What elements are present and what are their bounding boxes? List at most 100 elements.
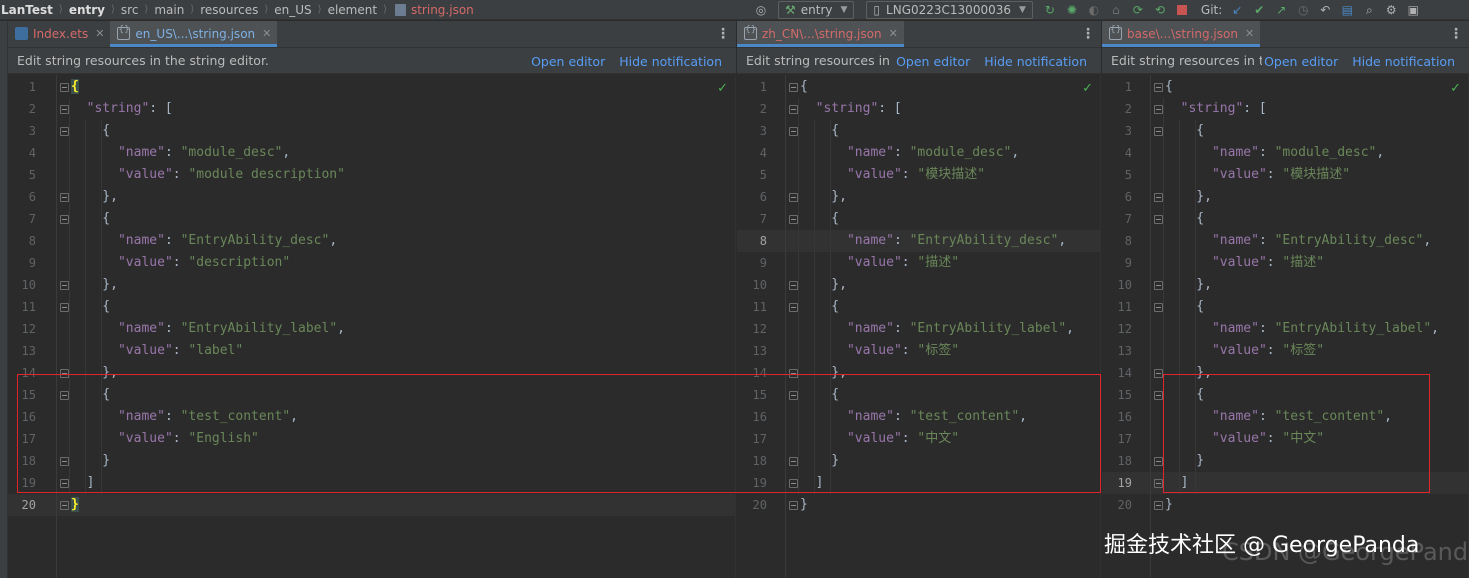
fold-marker-icon[interactable]: [1154, 501, 1163, 510]
apply-code-icon[interactable]: ⟲: [1152, 2, 1168, 18]
breadcrumb-item[interactable]: entry: [68, 3, 106, 17]
fold-marker-icon[interactable]: [60, 83, 69, 92]
rerun-icon[interactable]: ↻: [1042, 2, 1058, 18]
code-line: },: [1165, 274, 1439, 296]
fold-marker-icon[interactable]: [1154, 127, 1163, 136]
fold-marker-icon[interactable]: [60, 215, 69, 224]
stop-icon[interactable]: [1174, 2, 1190, 18]
attach-icon[interactable]: ⌂: [1108, 2, 1124, 18]
inspection-ok-icon[interactable]: ✓: [1450, 81, 1461, 96]
notification-actions: Open editor Hide notification: [529, 48, 736, 73]
fold-marker-icon[interactable]: [1154, 303, 1163, 312]
layout-icon[interactable]: ▣: [1405, 2, 1421, 18]
fold-marker-icon[interactable]: [789, 83, 798, 92]
breadcrumb-separator: ⟩: [264, 4, 269, 15]
close-icon[interactable]: ✕: [1245, 27, 1254, 40]
code-line: {: [800, 76, 1074, 98]
history-icon[interactable]: ◷: [1295, 2, 1311, 18]
fold-marker-icon[interactable]: [789, 501, 798, 510]
fold-marker-icon[interactable]: [60, 105, 69, 114]
debug-icon[interactable]: ✺: [1064, 2, 1080, 18]
more-tabs-icon[interactable]: ⋮: [716, 26, 730, 42]
breadcrumb-item[interactable]: main: [153, 3, 185, 17]
fold-marker-icon[interactable]: [1154, 215, 1163, 224]
device-select[interactable]: ▯ LNG0223C13000036 ▼: [866, 1, 1033, 19]
tool-window-strip: [0, 21, 8, 578]
code-token: :: [1266, 343, 1283, 358]
notification-text: Edit string resources in the string edit…: [17, 53, 269, 68]
breadcrumb-item[interactable]: src: [120, 3, 140, 17]
gear-icon[interactable]: ⚙: [1383, 2, 1399, 18]
fold-marker-icon[interactable]: [1154, 281, 1163, 290]
fold-marker-icon[interactable]: [60, 501, 69, 510]
json-key: name: [125, 233, 158, 248]
git-commit-icon[interactable]: ✔: [1251, 2, 1267, 18]
line-number: 9: [28, 256, 36, 270]
fold-marker-icon[interactable]: [789, 127, 798, 136]
editor-notification: Edit string resources in the string edit…: [8, 48, 736, 74]
hide-notification-link[interactable]: Hide notification: [984, 54, 1087, 69]
fold-marker-icon[interactable]: [1154, 457, 1163, 466]
fold-marker-icon[interactable]: [60, 303, 69, 312]
fold-marker-icon[interactable]: [789, 303, 798, 312]
hide-notification-link[interactable]: Hide notification: [1352, 54, 1455, 69]
git-push-icon[interactable]: ↗: [1273, 2, 1289, 18]
editor-tab[interactable]: zh_CN\...\string.json ✕: [737, 21, 904, 47]
more-tabs-icon[interactable]: ⋮: [1449, 26, 1463, 42]
apply-changes-icon[interactable]: ⟳: [1130, 2, 1146, 18]
code-editor[interactable]: 1 2 3 4 5 6 7 8 9 10 11 12 13 14 15 16 17 18 19 20{ "string…: [737, 75, 1101, 578]
fold-marker-icon[interactable]: [60, 193, 69, 202]
fold-marker-icon[interactable]: [1154, 369, 1163, 378]
target-icon[interactable]: ◎: [753, 2, 769, 18]
rollback-icon[interactable]: ↶: [1317, 2, 1333, 18]
code-token: ": [846, 321, 855, 336]
line-number: 14: [1117, 366, 1132, 380]
run-config-label: entry: [800, 3, 833, 17]
editor-tab[interactable]: en_US\...\string.json ✕: [110, 21, 278, 47]
fold-marker-icon[interactable]: [789, 105, 798, 114]
line-number: 6: [28, 190, 36, 204]
open-editor-link[interactable]: Open editor: [531, 54, 605, 69]
breadcrumb-item[interactable]: string.json: [410, 3, 475, 17]
editor-pane-2: zh_CN\...\string.json ✕ ⋮ Edit string resou…: [737, 21, 1101, 578]
code-line: }: [800, 494, 1074, 516]
run-config-select[interactable]: ⚒ entry ▼: [778, 1, 855, 19]
fold-marker-icon[interactable]: [60, 281, 69, 290]
more-tabs-icon[interactable]: ⋮: [1081, 26, 1095, 42]
code-line: },: [1165, 186, 1439, 208]
code-line: "name": "module_desc",: [1165, 142, 1439, 164]
fold-marker-icon[interactable]: [789, 281, 798, 290]
close-icon[interactable]: ✕: [889, 27, 898, 40]
inspection-ok-icon[interactable]: ✓: [717, 81, 728, 96]
project-structure-icon[interactable]: ▤: [1339, 2, 1355, 18]
open-editor-link[interactable]: Open editor: [896, 54, 970, 69]
editor-tab[interactable]: Index.ets ✕: [8, 21, 110, 47]
fold-marker-icon[interactable]: [1154, 391, 1163, 400]
inspection-ok-icon[interactable]: ✓: [1082, 81, 1093, 96]
fold-marker-icon[interactable]: [789, 215, 798, 224]
code-line: "name": "EntryAbility_desc",: [800, 230, 1074, 252]
search-icon[interactable]: ⌕: [1361, 2, 1377, 18]
fold-marker-icon[interactable]: [1154, 479, 1163, 488]
hide-notification-link[interactable]: Hide notification: [619, 54, 722, 69]
close-icon[interactable]: ✕: [95, 27, 104, 40]
close-icon[interactable]: ✕: [262, 27, 271, 40]
open-editor-link[interactable]: Open editor: [1264, 54, 1338, 69]
code-editor[interactable]: 1 2 3 4 5 6 7 8 9 10 11 12 13 14 15 16 17 18 19 20{ "string…: [8, 75, 736, 578]
fold-marker-icon[interactable]: [1154, 83, 1163, 92]
profile-icon[interactable]: ◐: [1086, 2, 1102, 18]
git-update-icon[interactable]: ↙: [1229, 2, 1245, 18]
fold-marker-icon[interactable]: [1154, 105, 1163, 114]
breadcrumb-item[interactable]: LanTest: [0, 3, 54, 17]
breadcrumb-item[interactable]: element: [327, 3, 378, 17]
fold-marker-icon[interactable]: [789, 193, 798, 202]
editor-tab[interactable]: base\...\string.json ✕: [1102, 21, 1261, 47]
breadcrumb-item[interactable]: en_US: [273, 3, 312, 17]
navigation-bar: LanTest ⟩ entry ⟩ src ⟩ main ⟩ resources ⟩ en_US ⟩ e…: [0, 0, 1469, 20]
code-editor[interactable]: 1 2 3 4 5 6 7 8 9 10 11 12 13 14 15 16 17 18 19 20{ "string…: [1102, 75, 1469, 578]
fold-marker-icon[interactable]: [1154, 193, 1163, 202]
fold-marker-icon[interactable]: [60, 127, 69, 136]
breadcrumb-item[interactable]: resources: [199, 3, 259, 17]
